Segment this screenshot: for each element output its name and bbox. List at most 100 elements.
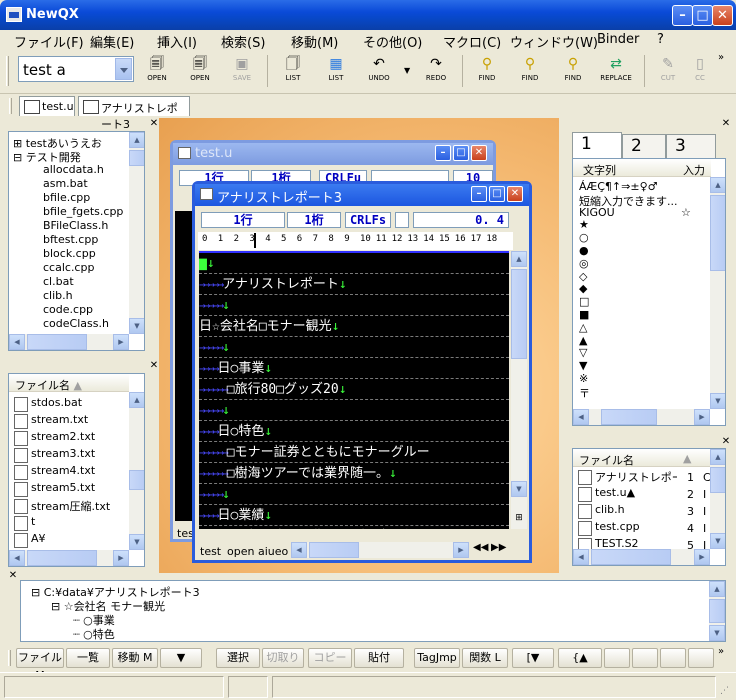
scroll-right-icon[interactable]: ▶ <box>694 549 710 565</box>
tree-item[interactable]: ⊞ testあいうえお <box>13 135 102 150</box>
list-item[interactable]: stream5.txt <box>13 481 95 498</box>
editor-empty-line[interactable]: →→→→→↓ <box>199 337 509 358</box>
tree-item[interactable]: clib.h <box>43 289 73 303</box>
list2-button[interactable]: ▦ LIST <box>316 54 356 90</box>
bottom-button-4[interactable]: 選択 <box>216 648 260 668</box>
tab-analyst-report[interactable]: アナリストレポート3 <box>78 96 190 131</box>
child-close-button[interactable]: ✕ <box>471 145 487 161</box>
bottom-button-3[interactable]: ▼ <box>160 648 202 668</box>
list-item[interactable]: stream2.txt <box>13 430 95 447</box>
outline-vscroll[interactable]: ▲ ▼ <box>709 581 725 641</box>
undo-dropdown-icon[interactable]: ▼ <box>404 66 414 76</box>
tree-item[interactable]: cl.bat <box>43 275 74 289</box>
char-row-text[interactable]: ▲ <box>579 334 679 347</box>
tree-item[interactable]: code.cpp <box>43 303 93 317</box>
menu-macro[interactable]: マクロ(C) <box>443 32 501 51</box>
toolbar-overflow-icon[interactable]: » <box>718 52 724 63</box>
scroll-left-icon[interactable]: ◀ <box>573 549 589 565</box>
char-vscroll[interactable]: ▲ ▼ <box>710 177 725 409</box>
macro-combo[interactable]: test a <box>18 56 134 82</box>
char-header-text[interactable]: 文字列 <box>573 159 677 177</box>
scroll-left-icon[interactable]: ◀ <box>573 409 589 425</box>
undo-button[interactable]: ↶ UNDO <box>359 54 399 90</box>
app-icon[interactable] <box>6 7 22 22</box>
winlist-vscroll[interactable]: ▲ ▼ <box>710 449 725 549</box>
scroll-right-icon[interactable]: ▶ <box>113 334 129 350</box>
outline-item[interactable]: ┈ ○特色 <box>73 626 115 641</box>
scroll-up-icon[interactable]: ▲ <box>129 392 144 408</box>
scroll-thumb[interactable] <box>309 542 359 558</box>
editor-line[interactable]: →→→→日○業績↓ <box>199 505 509 526</box>
char-tab-2[interactable]: 2 <box>622 134 666 158</box>
scroll-right-icon[interactable]: ▶ <box>694 409 710 425</box>
child-close-button[interactable]: ✕ <box>507 186 523 202</box>
editor-vscroll[interactable]: ▲ ▼ <box>511 251 527 513</box>
bottom-button-2[interactable]: 移動 M <box>112 648 158 668</box>
child-minimize-button[interactable]: – <box>435 145 451 161</box>
next-tab-icon[interactable]: ▶▶ <box>491 542 506 553</box>
list-item[interactable]: stream圧縮.txt <box>13 498 110 515</box>
bottom-button-11[interactable]: {▲ <box>558 648 602 668</box>
char-row-text[interactable]: □ <box>579 295 679 308</box>
tab-aiueo[interactable]: aiueo <box>258 545 288 558</box>
list-button[interactable]: 🗍 LIST <box>273 54 313 90</box>
bottom-button-7[interactable]: 貼付 <box>354 648 404 668</box>
menu-edit[interactable]: 編集(E) <box>90 32 134 51</box>
list-item[interactable]: clib.h <box>577 503 677 520</box>
scroll-thumb[interactable] <box>129 150 144 166</box>
bottom-button-0[interactable]: ファイル M <box>16 648 64 682</box>
tree-hscroll[interactable]: ◀ ▶ <box>9 334 129 350</box>
scroll-thumb[interactable] <box>511 269 527 359</box>
scroll-down-icon[interactable]: ▼ <box>129 318 144 334</box>
column-ruler[interactable]: 0 1 2 3 4 5 6 7 8 9 10 11 12 13 14 15 16 17 18 <box>198 232 513 250</box>
char-tab-3[interactable]: 3 <box>666 134 716 158</box>
editor-area[interactable]: ▆↓ →→→→→アナリストレポート↓ →→→→→↓ 日☆会社名□モナー観光↓ →→→→→… <box>199 251 509 529</box>
char-tab-1[interactable]: 1 <box>572 132 622 158</box>
menu-search[interactable]: 検索(S) <box>221 32 265 51</box>
list-item[interactable]: stream3.txt <box>13 447 95 464</box>
resize-grip-icon[interactable]: ⋰ <box>720 686 729 696</box>
bottom-button-5[interactable]: 切取り <box>262 648 304 668</box>
editor-empty-line[interactable]: →→→→→↓ <box>199 484 509 505</box>
scroll-left-icon[interactable]: ◀ <box>9 334 25 350</box>
tab-test-u[interactable]: test.u <box>19 96 75 116</box>
outline-item[interactable]: ⊟ ☆会社名 モナー観光 <box>51 598 165 613</box>
child-title-bar[interactable]: test.u – □ ✕ <box>173 143 493 165</box>
scroll-down-icon[interactable]: ▼ <box>710 393 725 409</box>
save-button[interactable]: ▣ SAVE <box>222 54 262 90</box>
minimize-button[interactable]: – <box>672 5 693 26</box>
tree-item[interactable]: allocdata.h <box>43 163 104 177</box>
char-row-text[interactable]: ◎ <box>579 257 679 270</box>
char-row-text[interactable]: ※ <box>579 372 679 385</box>
charpanel-close-icon[interactable]: ✕ <box>721 119 731 129</box>
list-item[interactable]: stream.txt <box>13 413 88 430</box>
sort-asc-icon[interactable]: ▲ <box>677 449 711 467</box>
char-row-text[interactable]: ▼ <box>579 359 679 372</box>
outline-item[interactable]: ┈ ○事業 <box>73 612 115 627</box>
char-row-text[interactable]: 〒 <box>579 385 679 401</box>
menu-binder[interactable]: Binder <box>597 32 639 47</box>
char-row-text[interactable]: ● <box>579 244 679 257</box>
bottom-button-1[interactable]: 一覧 <box>66 648 110 668</box>
open2-button[interactable]: 🗐 OPEN <box>180 54 220 90</box>
toolbar-grip[interactable] <box>6 56 9 86</box>
filelist-hscroll[interactable]: ◀ ▶ <box>9 550 129 566</box>
tree-close-icon[interactable]: ✕ <box>149 119 159 129</box>
prev-tab-icon[interactable]: ◀◀ <box>473 542 488 553</box>
scroll-thumb[interactable] <box>27 334 87 350</box>
scroll-thumb[interactable] <box>27 550 97 566</box>
scroll-left-icon[interactable]: ◀ <box>291 542 307 558</box>
bottom-button-8[interactable]: TagJmp <box>414 648 460 668</box>
editor-line[interactable]: →→→→→アナリストレポート↓ <box>199 274 509 295</box>
scroll-thumb[interactable] <box>601 409 657 425</box>
scroll-thumb[interactable] <box>710 467 725 493</box>
close-button[interactable]: ✕ <box>712 5 733 26</box>
scroll-down-icon[interactable]: ▼ <box>709 625 725 641</box>
outline-close-icon[interactable]: ✕ <box>8 571 18 581</box>
list-item[interactable]: t <box>13 515 35 532</box>
editor-line[interactable]: →→→→→→□旅行80□グッズ20↓ <box>199 379 509 400</box>
tree-item[interactable]: BFileClass.h <box>43 219 108 233</box>
winlist-close-icon[interactable]: ✕ <box>721 437 731 447</box>
editor-line[interactable]: →→→→日○事業↓ <box>199 358 509 379</box>
editor-line[interactable]: →→→→日○特色↓ <box>199 421 509 442</box>
